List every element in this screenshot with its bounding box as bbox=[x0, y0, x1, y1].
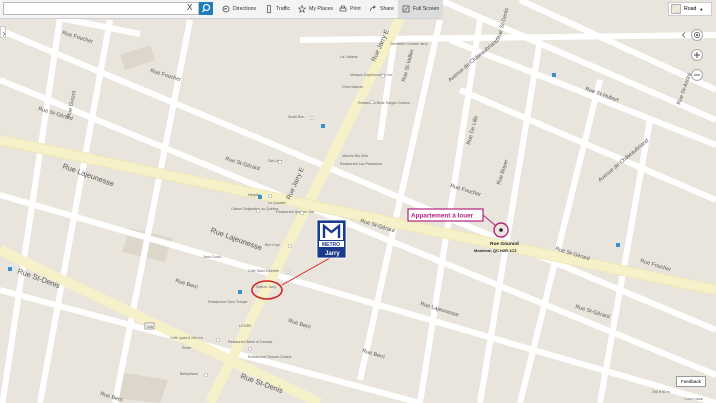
svg-text:METRO: METRO bbox=[322, 242, 340, 248]
map-style-dropdown[interactable]: Road ▼ bbox=[668, 2, 712, 16]
my-places-label: My Places bbox=[309, 6, 333, 12]
poi-label[interactable]: Station Jarry bbox=[256, 285, 276, 289]
full-screen-label: Full Screen bbox=[413, 6, 440, 12]
directions-button[interactable]: Directions bbox=[222, 3, 256, 15]
zoom-out-button[interactable] bbox=[691, 69, 703, 81]
directions-label: Directions bbox=[233, 6, 257, 12]
zoom-in-button[interactable] bbox=[691, 49, 703, 61]
poi-label[interactable]: Bellepharm bbox=[180, 372, 198, 376]
poi-label[interactable]: Jean Coutu bbox=[203, 255, 221, 259]
traffic-button[interactable]: Traffic bbox=[265, 3, 290, 15]
chevron-right-icon bbox=[2, 31, 6, 37]
traffic-label: Traffic bbox=[276, 6, 291, 12]
clear-search-button[interactable]: X bbox=[187, 3, 192, 13]
scale-bar: 200 ft 50 m bbox=[652, 390, 670, 394]
poi-label[interactable]: Café Lysta & Kilo Inc bbox=[170, 336, 203, 340]
metro-logo[interactable]: METRO Jarry bbox=[316, 219, 347, 259]
print-icon bbox=[339, 5, 347, 12]
star-icon bbox=[298, 5, 306, 13]
map-style-icon bbox=[671, 4, 681, 14]
search-button[interactable] bbox=[199, 2, 213, 15]
map-canvas[interactable]: Rue Foucher Rue Foucher Rue Foucher Rue … bbox=[0, 0, 716, 403]
traffic-icon bbox=[267, 5, 271, 13]
poi-label[interactable]: Restaurant Bank of Canada bbox=[228, 340, 272, 344]
poi-label[interactable]: Restaurant Quebec Viet bbox=[276, 210, 314, 214]
side-panel-toggle[interactable] bbox=[0, 26, 6, 38]
chevron-down-icon: ▼ bbox=[699, 6, 704, 12]
poi-label[interactable]: Restaurant Boite Saigon Cuisine bbox=[358, 101, 410, 105]
svg-text:335: 335 bbox=[147, 325, 153, 329]
poi-label[interactable]: Chez Maman bbox=[342, 85, 363, 89]
map-style-label: Road bbox=[684, 6, 697, 12]
poi-label[interactable]: Bon Kopi bbox=[265, 243, 280, 247]
route-shield: 335 bbox=[144, 322, 155, 330]
copyright-text: © 2017 HERE bbox=[684, 397, 703, 401]
poi-label[interactable]: Marché Bio Mila bbox=[342, 154, 368, 158]
locate-me-button[interactable] bbox=[691, 29, 703, 41]
print-label: Print bbox=[350, 6, 361, 12]
share-button[interactable]: Share bbox=[369, 3, 394, 15]
poi-label[interactable]: Sushi Bon bbox=[288, 115, 304, 119]
poi-label[interactable]: Café Saint Michelle bbox=[248, 269, 279, 273]
poi-label[interactable]: La Cabane bbox=[340, 55, 358, 59]
fullscreen-icon bbox=[402, 5, 410, 13]
share-icon bbox=[369, 5, 376, 12]
search-input[interactable] bbox=[3, 2, 199, 15]
svg-text:Rue Gounod: Rue Gounod bbox=[490, 241, 519, 247]
search-icon bbox=[201, 3, 211, 13]
poi-label[interactable]: Le Quartier bbox=[268, 201, 287, 205]
minus-icon bbox=[694, 74, 700, 76]
poi-label[interactable]: LGGBS bbox=[239, 324, 252, 328]
back-button[interactable] bbox=[678, 29, 690, 41]
svg-text:Jarry: Jarry bbox=[325, 251, 340, 257]
poi-label[interactable]: Restaurant Chinois Cuisine bbox=[248, 355, 292, 359]
poi-label[interactable]: Cimetière Comblé Jarry bbox=[390, 42, 428, 46]
poi-label[interactable]: Caisse Desjardins du Québec bbox=[231, 207, 279, 211]
my-places-button[interactable]: My Places bbox=[298, 3, 333, 15]
chevron-left-icon bbox=[681, 32, 686, 38]
svg-text:Appartement à louer: Appartement à louer bbox=[411, 213, 474, 220]
locate-icon bbox=[694, 32, 700, 38]
svg-text:Montreal, QC H2R 1C3: Montreal, QC H2R 1C3 bbox=[474, 248, 517, 253]
directions-icon bbox=[222, 5, 230, 13]
full-screen-button[interactable]: Full Screen bbox=[398, 0, 444, 18]
poi-label[interactable]: Marquis Superbourbon Inc bbox=[350, 73, 393, 77]
feedback-button[interactable]: Feedback bbox=[676, 376, 706, 387]
share-label: Share bbox=[380, 6, 394, 12]
plus-icon bbox=[694, 52, 700, 58]
poi-label[interactable]: Restaurant Lao Pasadena bbox=[340, 162, 382, 166]
print-button[interactable]: Print bbox=[339, 3, 361, 15]
poi-label[interactable]: Rezer bbox=[182, 346, 192, 350]
map-toolbar: X Directions Traffic My Places Print Sha… bbox=[0, 0, 444, 19]
poi-label[interactable]: Restaurant Chez Temple bbox=[208, 300, 248, 304]
